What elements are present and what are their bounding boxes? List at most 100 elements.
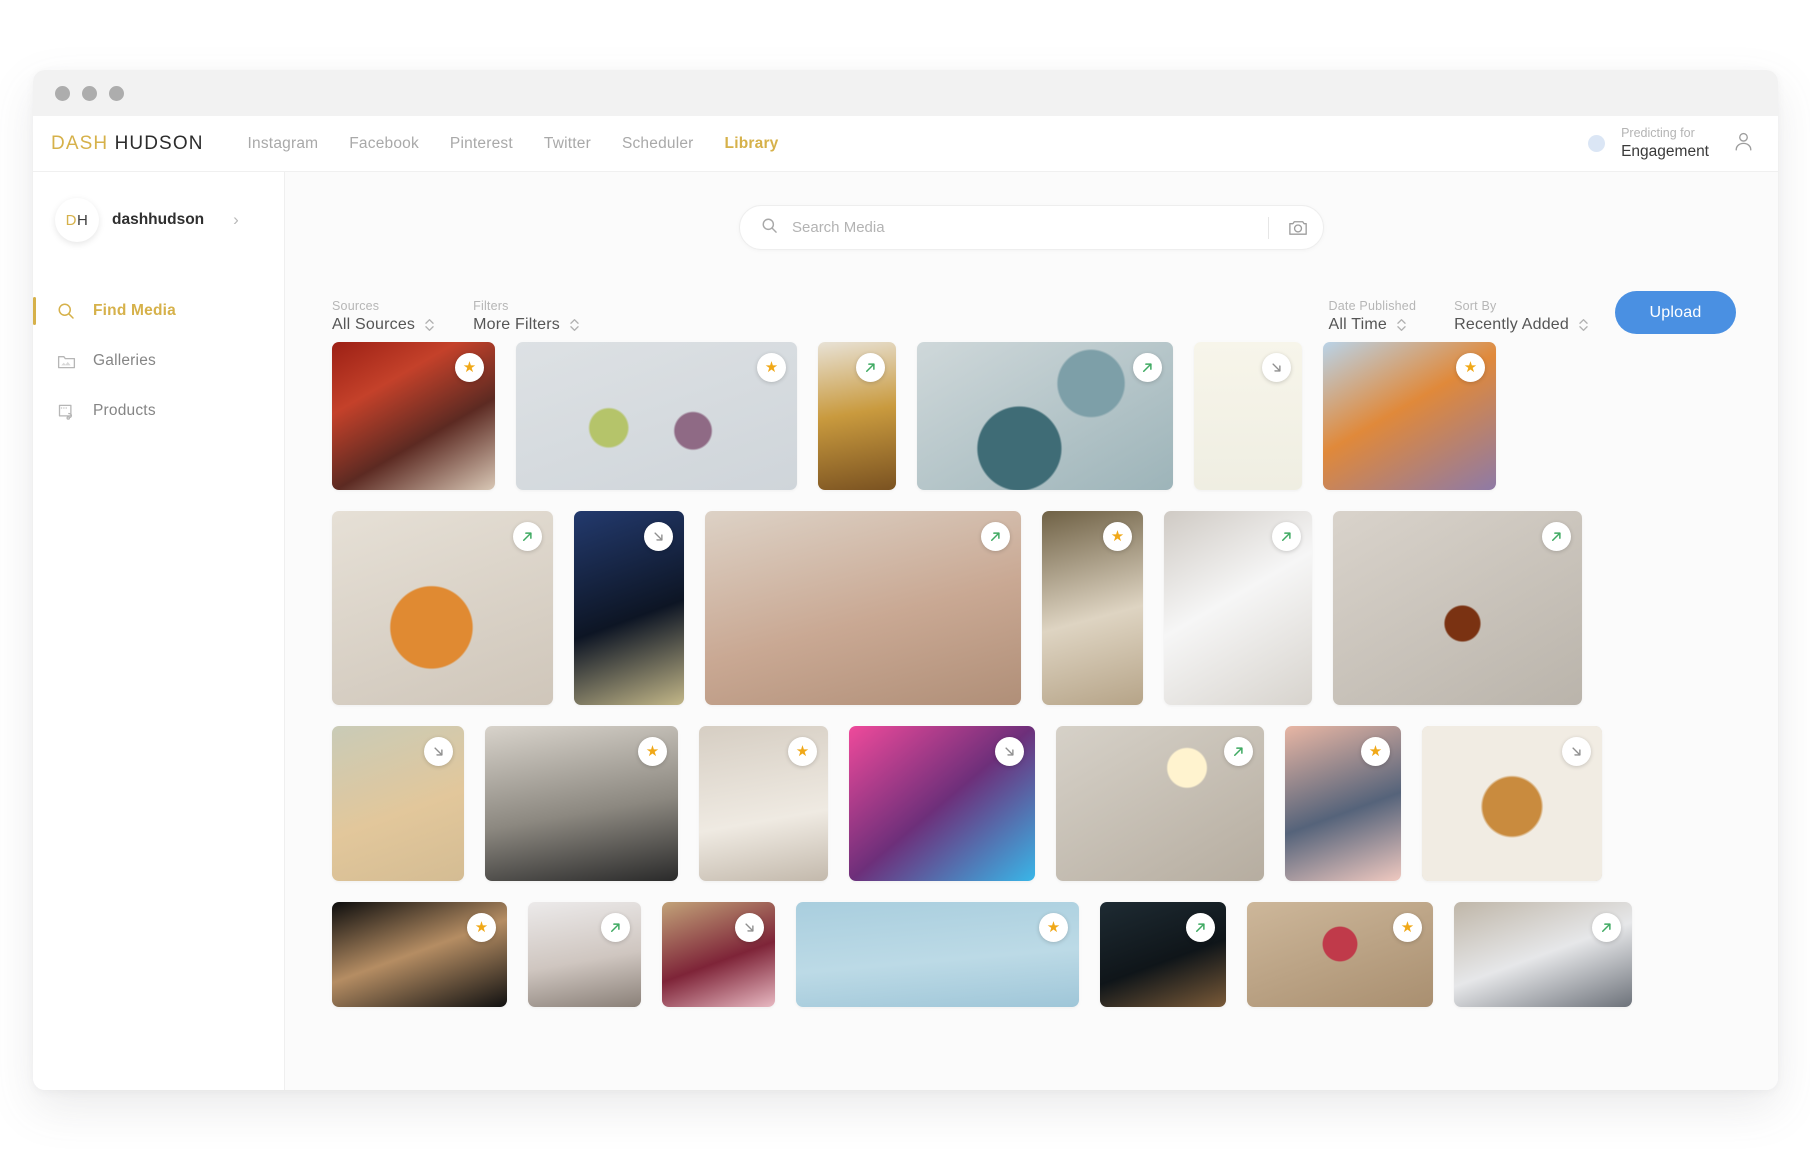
media-card[interactable] xyxy=(1422,726,1602,881)
trend-up-badge[interactable] xyxy=(1186,913,1215,942)
filter-sources[interactable]: Sources All Sources xyxy=(332,299,435,334)
grid-bottom-fade xyxy=(285,1072,1778,1090)
star-badge[interactable]: ★ xyxy=(1393,913,1422,942)
account-initial-d: D xyxy=(65,211,77,229)
star-badge[interactable]: ★ xyxy=(788,737,817,766)
sidebar-item-galleries[interactable]: Galleries xyxy=(33,336,284,386)
trend-up-badge[interactable] xyxy=(1592,913,1621,942)
trend-down-badge[interactable] xyxy=(644,522,673,551)
filter-value-date-published: All Time xyxy=(1328,316,1388,333)
media-grid-row: ★ ★ ★ xyxy=(332,726,1736,881)
media-card[interactable] xyxy=(917,342,1173,490)
media-card[interactable] xyxy=(1164,511,1312,705)
search-bar[interactable] xyxy=(739,205,1324,250)
camera-icon[interactable] xyxy=(1281,211,1315,245)
nav-item-scheduler[interactable]: Scheduler xyxy=(622,135,694,153)
media-card[interactable]: ★ xyxy=(1042,511,1143,705)
star-icon: ★ xyxy=(795,743,810,760)
arrow-up-right-icon xyxy=(608,920,623,935)
nav-item-instagram[interactable]: Instagram xyxy=(248,135,319,153)
star-badge[interactable]: ★ xyxy=(1103,522,1132,551)
trend-down-badge[interactable] xyxy=(424,737,453,766)
star-icon: ★ xyxy=(645,743,660,760)
filter-more-filters[interactable]: Filters More Filters xyxy=(473,299,580,334)
predicting-for-block[interactable]: Predicting for Engagement xyxy=(1621,126,1709,161)
arrow-up-right-icon xyxy=(520,529,535,544)
media-grid-row: ★ xyxy=(332,511,1736,705)
star-badge[interactable]: ★ xyxy=(467,913,496,942)
chevron-right-icon: › xyxy=(233,210,239,229)
star-badge[interactable]: ★ xyxy=(638,737,667,766)
media-card[interactable] xyxy=(1056,726,1264,881)
trend-up-badge[interactable] xyxy=(1272,522,1301,551)
trend-up-badge[interactable] xyxy=(1224,737,1253,766)
trend-up-badge[interactable] xyxy=(981,522,1010,551)
trend-down-badge[interactable] xyxy=(735,913,764,942)
star-badge[interactable]: ★ xyxy=(1039,913,1068,942)
media-card[interactable]: ★ xyxy=(516,342,797,490)
media-card[interactable]: ★ xyxy=(332,342,495,490)
media-card[interactable] xyxy=(705,511,1021,705)
sidebar-item-products[interactable]: Products xyxy=(33,386,284,436)
filter-sort-by[interactable]: Sort By Recently Added xyxy=(1454,299,1589,334)
maximize-dot[interactable] xyxy=(109,85,124,101)
media-card[interactable]: ★ xyxy=(485,726,678,881)
trend-up-badge[interactable] xyxy=(513,522,542,551)
brand-logo[interactable]: DASH HUDSON xyxy=(51,133,204,155)
trend-down-badge[interactable] xyxy=(1562,737,1591,766)
media-card[interactable] xyxy=(332,726,464,881)
media-card[interactable] xyxy=(1100,902,1226,1007)
trend-up-badge[interactable] xyxy=(1542,522,1571,551)
media-card[interactable]: ★ xyxy=(796,902,1079,1007)
top-navigation-bar: DASH HUDSON Instagram Facebook Pinterest… xyxy=(33,116,1778,172)
star-badge[interactable]: ★ xyxy=(455,353,484,382)
star-badge[interactable]: ★ xyxy=(1361,737,1390,766)
trend-up-badge[interactable] xyxy=(601,913,630,942)
media-card[interactable]: ★ xyxy=(332,902,507,1007)
media-card[interactable] xyxy=(818,342,896,490)
arrow-up-right-icon xyxy=(1140,360,1155,375)
media-card[interactable] xyxy=(1454,902,1632,1007)
filter-label-sort-by: Sort By xyxy=(1454,299,1497,313)
trend-down-badge[interactable] xyxy=(995,737,1024,766)
trend-up-badge[interactable] xyxy=(856,353,885,382)
arrow-down-right-icon xyxy=(431,744,446,759)
media-card[interactable]: ★ xyxy=(699,726,828,881)
filter-value-sources: All Sources xyxy=(332,316,416,333)
upload-button[interactable]: Upload xyxy=(1615,291,1736,334)
media-card[interactable]: ★ xyxy=(1323,342,1496,490)
search-input[interactable] xyxy=(792,219,1264,236)
sidebar: DH dashhudson › Find Media Galleries Pro… xyxy=(33,172,285,1090)
nav-item-library[interactable]: Library xyxy=(725,135,779,153)
folder-image-icon xyxy=(55,350,77,372)
predicting-for-label: Predicting for xyxy=(1621,126,1695,140)
star-badge[interactable]: ★ xyxy=(1456,353,1485,382)
trend-down-badge[interactable] xyxy=(1262,353,1291,382)
account-avatar: DH xyxy=(55,198,99,242)
trend-up-badge[interactable] xyxy=(1133,353,1162,382)
nav-item-pinterest[interactable]: Pinterest xyxy=(450,135,513,153)
media-card[interactable] xyxy=(662,902,775,1007)
user-avatar-icon[interactable] xyxy=(1731,129,1756,159)
predicting-for-value: Engagement xyxy=(1621,142,1709,160)
media-card[interactable] xyxy=(1333,511,1582,705)
filter-date-published[interactable]: Date Published All Time xyxy=(1329,299,1417,334)
search-divider xyxy=(1268,216,1269,239)
star-badge[interactable]: ★ xyxy=(757,353,786,382)
media-card[interactable]: ★ xyxy=(1247,902,1433,1007)
chevron-updown-icon xyxy=(424,317,435,333)
minimize-dot[interactable] xyxy=(82,85,97,101)
nav-item-twitter[interactable]: Twitter xyxy=(544,135,591,153)
close-dot[interactable] xyxy=(55,85,70,101)
sidebar-item-find-media[interactable]: Find Media xyxy=(33,286,284,336)
media-card[interactable] xyxy=(849,726,1035,881)
account-switcher[interactable]: DH dashhudson › xyxy=(33,198,284,242)
media-card[interactable] xyxy=(574,511,684,705)
media-card[interactable] xyxy=(332,511,553,705)
nav-item-facebook[interactable]: Facebook xyxy=(349,135,419,153)
media-card[interactable] xyxy=(528,902,641,1007)
filter-label-date-published: Date Published xyxy=(1328,299,1417,313)
app-window: DASH HUDSON Instagram Facebook Pinterest… xyxy=(33,70,1778,1090)
media-card[interactable]: ★ xyxy=(1285,726,1401,881)
media-card[interactable] xyxy=(1194,342,1302,490)
